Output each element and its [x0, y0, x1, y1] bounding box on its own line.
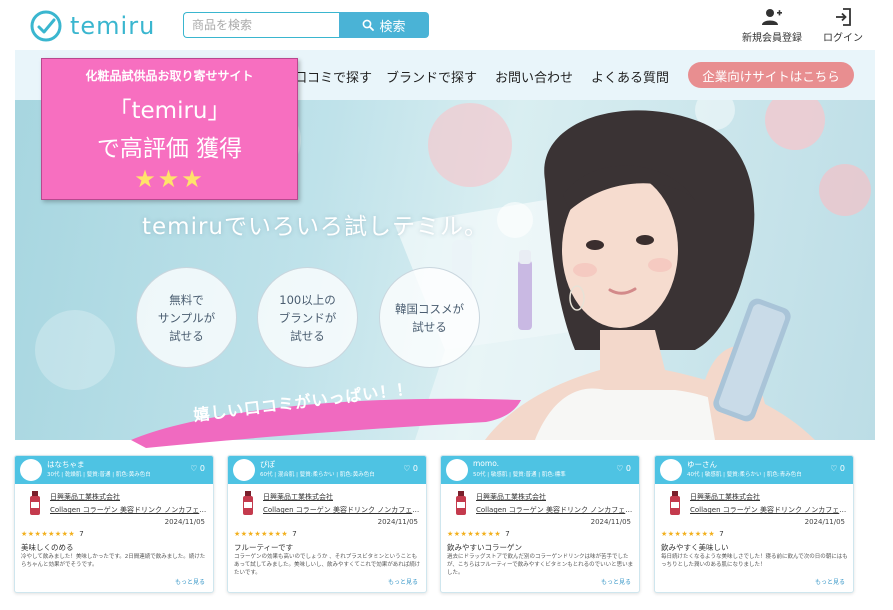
review-maker-link[interactable]: 日興薬品工業株式会社	[50, 492, 120, 502]
review-product-link[interactable]: Collagen コラーゲン 美容ドリンク ノンカフェイン	[50, 505, 208, 515]
award-badge: 化粧品試供品お取り寄せサイト 「temiru」 で高評価 獲得 ★★★	[41, 58, 298, 200]
register-label: 新規会員登録	[742, 33, 802, 44]
review-user-attributes: 30代 | 乾燥肌 | 髪質:普通 | 肌色:黄み色白	[47, 472, 151, 478]
badge-headline: で高評価 獲得	[96, 136, 243, 162]
review-rating: ★★★★★★★★ 7	[661, 530, 724, 538]
review-card[interactable]: ゆーさん 40代 | 敏感肌 | 髪質:柔らかい | 肌色:青み色白 ♡ 0 日…	[654, 455, 854, 593]
review-product-link[interactable]: Collagen コラーゲン 美容ドリンク ノンカフェイン	[263, 505, 421, 515]
badge-stars: ★★★	[134, 165, 205, 193]
register-button[interactable]: 新規会員登録	[742, 8, 802, 44]
badge-brand: 「temiru」	[108, 98, 231, 124]
feature-korean-cosmetics: 韓国コスメが 試せる	[379, 267, 480, 368]
rating-stars: ★★★★★★★★	[661, 530, 716, 538]
review-product-link[interactable]: Collagen コラーゲン 美容ドリンク ノンカフェイン	[476, 505, 634, 515]
review-title: 美味しくのめる	[21, 543, 74, 552]
read-more-link[interactable]: もっと見る	[601, 577, 631, 586]
feature-100-brands: 100以上の ブランドが 試せる	[257, 267, 358, 368]
review-date: 2024/11/05	[164, 518, 205, 526]
review-user-attributes: 50代 | 敏感肌 | 髪質:普通 | 肌色:標準	[473, 472, 566, 478]
like-button[interactable]: ♡ 0	[190, 464, 205, 473]
feature-label: 韓国コスメが 試せる	[395, 301, 464, 334]
review-card[interactable]: はなちゃま 30代 | 乾燥肌 | 髪質:普通 | 肌色:黄み色白 ♡ 0 日興…	[14, 455, 214, 593]
read-more-link[interactable]: もっと見る	[388, 577, 418, 586]
login-icon	[836, 8, 851, 26]
review-title: 飲みやすいコラーゲン	[447, 543, 522, 552]
search-icon	[363, 19, 375, 31]
review-user-attributes: 60代 | 混合肌 | 髪質:柔らかい | 肌色:黄み色白	[260, 472, 375, 478]
add-user-icon	[762, 9, 782, 25]
rating-stars: ★★★★★★★★	[447, 530, 502, 538]
review-rating: ★★★★★★★★ 7	[21, 530, 84, 538]
rating-score: 7	[292, 530, 298, 538]
logo-text: temiru	[70, 12, 156, 40]
nav-item-contact[interactable]: お問い合わせ	[495, 67, 573, 86]
logo[interactable]: temiru	[30, 10, 155, 42]
nav-item-brands[interactable]: ブランドで探す	[386, 67, 477, 86]
rating-score: 7	[719, 530, 725, 538]
login-button[interactable]: ログイン	[823, 8, 863, 44]
review-body: 毎日続けたくなるような美味しさでした！寝る前に飲んで次の日の朝にはもっちりとした…	[661, 554, 848, 568]
badge-subtitle: 化粧品試供品お取り寄せサイト	[85, 69, 254, 83]
review-date: 2024/11/05	[590, 518, 631, 526]
feature-label: 100以上の ブランドが 試せる	[278, 292, 337, 343]
product-bottle-icon	[456, 491, 466, 515]
page: temiru 検索 新規会員登録	[0, 0, 893, 610]
avatar	[20, 459, 42, 481]
rating-stars: ★★★★★★★★	[234, 530, 289, 538]
review-username: momo.	[473, 459, 500, 468]
read-more-link[interactable]: もっと見る	[175, 577, 205, 586]
review-card-header: ゆーさん 40代 | 敏感肌 | 髪質:柔らかい | 肌色:青み色白 ♡ 0	[655, 456, 853, 484]
review-body: 冷やして飲みました！美味しかったです。2日間連続で飲みました。続けたらちゃんと効…	[21, 554, 206, 568]
product-bottle-icon	[243, 491, 253, 515]
rating-score: 7	[505, 530, 511, 538]
site-header: temiru 検索 新規会員登録	[0, 0, 893, 50]
logo-icon	[30, 10, 62, 42]
search-input[interactable]	[183, 12, 339, 38]
review-card-header: ぴぽ 60代 | 混合肌 | 髪質:柔らかい | 肌色:黄み色白 ♡ 0	[228, 456, 426, 484]
review-maker-link[interactable]: 日興薬品工業株式会社	[263, 492, 333, 502]
review-title: フルーティーです	[234, 543, 294, 552]
review-date: 2024/11/05	[377, 518, 418, 526]
review-card[interactable]: momo. 50代 | 敏感肌 | 髪質:普通 | 肌色:標準 ♡ 0 日興薬品…	[440, 455, 640, 593]
business-site-button[interactable]: 企業向けサイトはこちら	[688, 62, 854, 88]
review-maker-link[interactable]: 日興薬品工業株式会社	[690, 492, 760, 502]
product-bottle-icon	[30, 491, 40, 515]
review-card[interactable]: ぴぽ 60代 | 混合肌 | 髪質:柔らかい | 肌色:黄み色白 ♡ 0 日興薬…	[227, 455, 427, 593]
review-body: コラーゲンの効果も高いのでしょうか 、それプラスビタミンということもあって試して…	[234, 554, 421, 576]
nav-item-faq[interactable]: よくある質問	[591, 67, 669, 86]
like-button[interactable]: ♡ 0	[830, 464, 845, 473]
review-username: ゆーさん	[687, 460, 717, 469]
review-card-header: はなちゃま 30代 | 乾燥肌 | 髪質:普通 | 肌色:黄み色白 ♡ 0	[15, 456, 213, 484]
review-card-header: momo. 50代 | 敏感肌 | 髪質:普通 | 肌色:標準 ♡ 0	[441, 456, 639, 484]
like-button[interactable]: ♡ 0	[403, 464, 418, 473]
product-bottle-icon	[670, 491, 680, 515]
review-rating: ★★★★★★★★ 7	[447, 530, 510, 538]
read-more-link[interactable]: もっと見る	[815, 577, 845, 586]
search-button[interactable]: 検索	[339, 12, 429, 38]
review-username: ぴぽ	[260, 460, 275, 469]
review-body: 過去にドラッグストアで飲んだ別のコラーゲンドリンクは味が苦手でしたが、こちらはフ…	[447, 554, 634, 576]
rating-score: 7	[79, 530, 85, 538]
review-date: 2024/11/05	[804, 518, 845, 526]
login-label: ログイン	[823, 33, 863, 44]
review-maker-link[interactable]: 日興薬品工業株式会社	[476, 492, 546, 502]
feature-label: 無料で サンプルが 試せる	[157, 292, 216, 343]
nav-item-reviews[interactable]: 口コミで探す	[294, 67, 372, 86]
review-rating: ★★★★★★★★ 7	[234, 530, 297, 538]
search-button-label: 検索	[379, 19, 406, 35]
review-user-attributes: 40代 | 敏感肌 | 髪質:柔らかい | 肌色:青み色白	[687, 472, 802, 478]
like-button[interactable]: ♡ 0	[616, 464, 631, 473]
avatar	[660, 459, 682, 481]
hero-tagline: temiruでいろいろ試しテミル。	[142, 214, 488, 240]
review-username: はなちゃま	[47, 460, 85, 469]
feature-free-samples: 無料で サンプルが 試せる	[136, 267, 237, 368]
search-bar: 検索	[183, 12, 429, 38]
avatar	[446, 459, 468, 481]
avatar	[233, 459, 255, 481]
review-title: 飲みやすく美味しい	[661, 543, 729, 552]
rating-stars: ★★★★★★★★	[21, 530, 76, 538]
review-product-link[interactable]: Collagen コラーゲン 美容ドリンク ノンカフェイン	[690, 505, 848, 515]
